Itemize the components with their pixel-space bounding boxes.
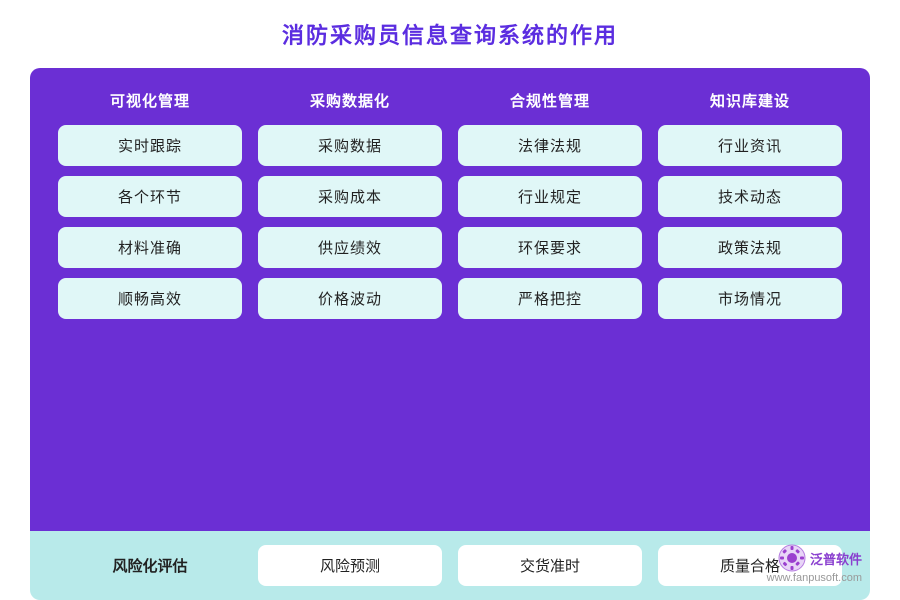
cell-4-4: 市场情况: [658, 278, 842, 319]
grid-row-2: 各个环节 采购成本 行业规定 技术动态: [58, 176, 842, 217]
cell-2-4: 技术动态: [658, 176, 842, 217]
cell-2-3: 行业规定: [458, 176, 642, 217]
cell-1-1: 实时跟踪: [58, 125, 242, 166]
cell-3-3: 环保要求: [458, 227, 642, 268]
columns-header: 可视化管理 采购数据化 合规性管理 知识库建设: [58, 90, 842, 111]
cell-1-2: 采购数据: [258, 125, 442, 166]
grid-row-3: 材料准确 供应绩效 环保要求 政策法规: [58, 227, 842, 268]
col-header-2: 采购数据化: [258, 90, 442, 111]
cell-3-4: 政策法规: [658, 227, 842, 268]
bottom-section: 风险化评估 风险预测 交货准时 质量合格: [30, 531, 870, 600]
cell-2-2: 采购成本: [258, 176, 442, 217]
bottom-item-1: 风险预测: [258, 545, 442, 586]
col-header-3: 合规性管理: [458, 90, 642, 111]
cell-4-2: 价格波动: [258, 278, 442, 319]
cell-4-3: 严格把控: [458, 278, 642, 319]
watermark: 泛普软件 www.fanpusoft.com: [767, 544, 862, 584]
col-header-1: 可视化管理: [58, 90, 242, 111]
watermark-url: www.fanpusoft.com: [767, 572, 862, 584]
main-card: 可视化管理 采购数据化 合规性管理 知识库建设 实时跟踪 采购数据 法律法规 行…: [30, 68, 870, 531]
cell-3-2: 供应绩效: [258, 227, 442, 268]
watermark-logo: 泛普软件: [778, 544, 862, 572]
grid-row-4: 顺畅高效 价格波动 严格把控 市场情况: [58, 278, 842, 319]
page-title: 消防采购员信息查询系统的作用: [282, 18, 618, 50]
grid-row-1: 实时跟踪 采购数据 法律法规 行业资讯: [58, 125, 842, 166]
cell-2-1: 各个环节: [58, 176, 242, 217]
page-wrapper: 消防采购员信息查询系统的作用 可视化管理 采购数据化 合规性管理 知识库建设 实…: [0, 0, 900, 600]
cell-1-3: 法律法规: [458, 125, 642, 166]
cell-1-4: 行业资讯: [658, 125, 842, 166]
gear-icon: [778, 544, 806, 572]
watermark-brand: 泛普软件: [810, 549, 862, 568]
col-header-4: 知识库建设: [658, 90, 842, 111]
bottom-label: 风险化评估: [58, 545, 242, 586]
cell-4-1: 顺畅高效: [58, 278, 242, 319]
cell-3-1: 材料准确: [58, 227, 242, 268]
bottom-item-2: 交货准时: [458, 545, 642, 586]
